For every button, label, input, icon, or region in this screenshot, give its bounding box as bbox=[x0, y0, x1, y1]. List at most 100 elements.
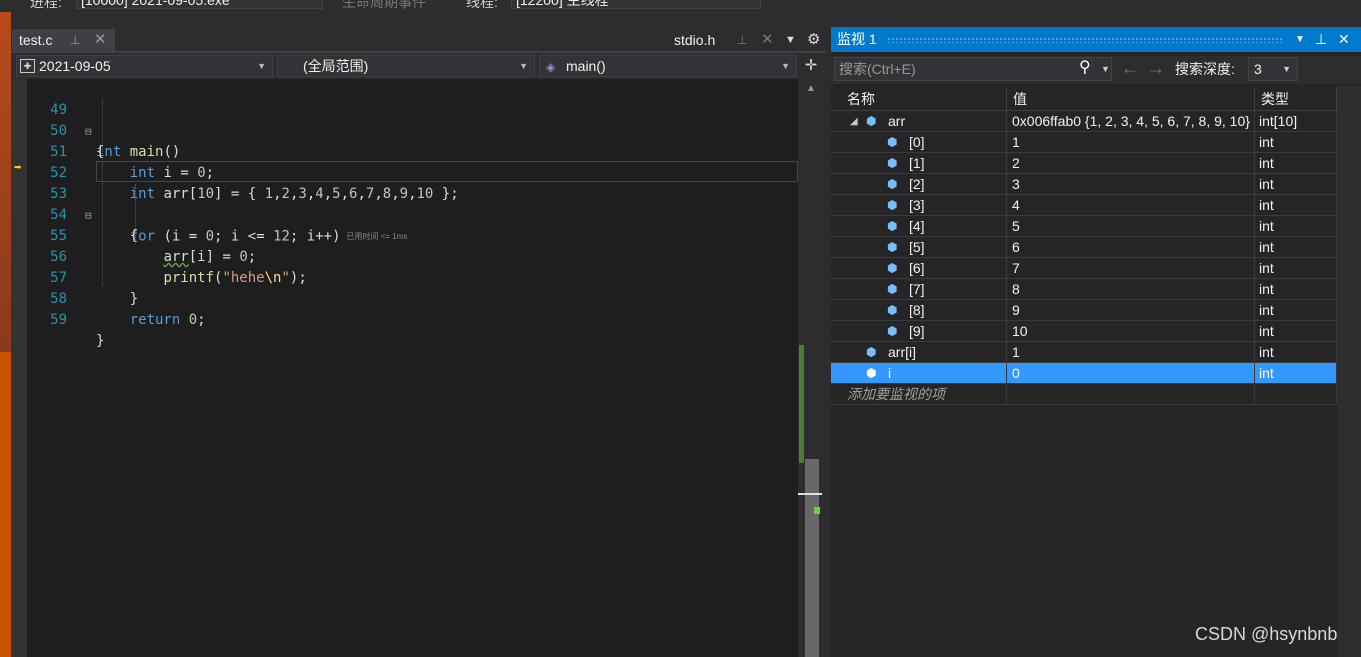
variable-cube-icon: ⬢ bbox=[887, 219, 898, 233]
watch-row[interactable]: ⬢ [0] 1 int bbox=[831, 132, 1337, 153]
watch-value[interactable]: 10 bbox=[1007, 321, 1255, 342]
code-line: 55 arr[i] = 0; bbox=[11, 205, 798, 265]
watch-value[interactable]: 7 bbox=[1007, 258, 1255, 279]
watch-value[interactable]: 1 bbox=[1007, 132, 1255, 153]
title-grip bbox=[887, 37, 1282, 43]
close-icon[interactable]: ✕ bbox=[94, 29, 107, 51]
add-watch-placeholder[interactable]: 添加要监视的项 bbox=[831, 384, 1007, 405]
watch-row[interactable]: ⬢ [4] 5 int bbox=[831, 216, 1337, 237]
code-line: 56 printf("hehe\n"); bbox=[11, 226, 798, 286]
watch-name: [8] bbox=[909, 302, 925, 318]
code-line: 54 { bbox=[11, 184, 798, 244]
watch-type: int bbox=[1255, 132, 1337, 153]
watch-name: [1] bbox=[909, 155, 925, 171]
code-area[interactable]: ➡ 49 ⊟ int main() 50 { 51 int i = 0; 52 … bbox=[11, 79, 798, 657]
watch-value[interactable]: 0x006ffab0 {1, 2, 3, 4, 5, 6, 7, 8, 9, 1… bbox=[1007, 111, 1255, 132]
process-select[interactable]: [10000] 2021-09-05.exe bbox=[76, 0, 323, 9]
watch-name: [5] bbox=[909, 239, 925, 255]
watch-type: int bbox=[1255, 258, 1337, 279]
column-header-name[interactable]: 名称 bbox=[831, 87, 1007, 111]
watch-value[interactable]: 2 bbox=[1007, 153, 1255, 174]
tab-label: test.c bbox=[19, 32, 53, 48]
watch-name: [2] bbox=[909, 176, 925, 192]
watch-row[interactable]: ⬢ [3] 4 int bbox=[831, 195, 1337, 216]
variable-cube-icon: ⬢ bbox=[887, 156, 898, 170]
watch-search-bar: 搜索(Ctrl+E) ⚲ ▼ ← → 搜索深度: 3 ▼ bbox=[831, 56, 1361, 84]
thread-select[interactable]: [12200] 主线程 bbox=[511, 0, 761, 9]
project-dropdown[interactable]: ✚ 2021-09-05 ▼ bbox=[16, 55, 273, 77]
watch-row[interactable]: ⬢ [5] 6 int bbox=[831, 237, 1337, 258]
watch-title: 监视 1 bbox=[837, 31, 877, 47]
chevron-down-icon: ▼ bbox=[257, 61, 266, 71]
tab-stdio-h[interactable]: stdio.h bbox=[674, 29, 715, 51]
gear-icon[interactable]: ⚙ bbox=[807, 29, 820, 51]
column-header-type[interactable]: 类型 bbox=[1255, 87, 1337, 111]
variable-cube-icon: ⬢ bbox=[887, 198, 898, 212]
close-icon[interactable]: ✕ bbox=[1338, 27, 1350, 52]
collapse-triangle-icon[interactable]: ◢ bbox=[850, 111, 858, 132]
watch-name: [9] bbox=[909, 323, 925, 339]
watch-type: int bbox=[1255, 300, 1337, 321]
watch-window: 监视 1 ▼ ⊥ ✕ 搜索(Ctrl+E) ⚲ ▼ ← → 搜索深度: 3 ▼ … bbox=[831, 27, 1361, 657]
scrollbar-thumb[interactable] bbox=[805, 459, 819, 657]
pin-icon[interactable]: ⊥ bbox=[1315, 27, 1327, 52]
editor-tab-strip: test.c ⊥ ✕ stdio.h ⊥ ✕ ▼ ⚙ bbox=[11, 27, 826, 51]
watch-row[interactable]: ⬢ arr[i] 1 int bbox=[831, 342, 1337, 363]
watch-value[interactable]: 9 bbox=[1007, 300, 1255, 321]
watch-type: int bbox=[1255, 363, 1337, 384]
watch-row[interactable]: ◢ ⬢ arr 0x006ffab0 {1, 2, 3, 4, 5, 6, 7,… bbox=[831, 111, 1337, 132]
watch-value[interactable]: 4 bbox=[1007, 195, 1255, 216]
watch-row[interactable]: ⬢ [1] 2 int bbox=[831, 153, 1337, 174]
watch-row[interactable]: ⬢ [8] 9 int bbox=[831, 300, 1337, 321]
chevron-down-icon[interactable]: ▼ bbox=[1101, 58, 1110, 80]
search-icon[interactable]: ⚲ bbox=[1079, 57, 1091, 79]
watch-type: int[10] bbox=[1255, 111, 1337, 132]
search-back-icon[interactable]: ← bbox=[1121, 57, 1139, 79]
watch-row[interactable]: ⬢ [6] 7 int bbox=[831, 258, 1337, 279]
process-label: 进程: bbox=[30, 0, 62, 10]
variable-cube-icon: ⬢ bbox=[887, 303, 898, 317]
change-tracking-marker bbox=[799, 345, 804, 463]
thread-label: 线程: bbox=[466, 0, 498, 10]
watch-grid-header: 名称 值 类型 bbox=[831, 87, 1337, 111]
pin-icon[interactable]: ⊥ bbox=[70, 29, 80, 51]
split-editor-icon[interactable]: ✛ bbox=[799, 55, 823, 77]
editor-vertical-scrollbar[interactable]: ▲ bbox=[798, 79, 826, 657]
watch-row[interactable]: ⬢ [9] 10 int bbox=[831, 321, 1337, 342]
variable-cube-icon: ⬢ bbox=[887, 177, 898, 191]
watch-value[interactable]: 0 bbox=[1007, 363, 1255, 384]
function-dropdown[interactable]: ◈ main() ▼ bbox=[539, 55, 797, 77]
watch-value[interactable]: 1 bbox=[1007, 342, 1255, 363]
close-icon[interactable]: ✕ bbox=[761, 29, 774, 51]
left-panel-edge-shade bbox=[0, 12, 11, 352]
watch-type: int bbox=[1255, 237, 1337, 258]
search-input[interactable]: 搜索(Ctrl+E) ⚲ ▼ bbox=[834, 57, 1112, 81]
tab-test-c[interactable]: test.c ⊥ ✕ bbox=[12, 29, 115, 51]
code-line: 49 ⊟ int main() bbox=[11, 79, 798, 160]
watch-value[interactable]: 8 bbox=[1007, 279, 1255, 300]
watch-value[interactable]: 5 bbox=[1007, 216, 1255, 237]
watch-type: int bbox=[1255, 216, 1337, 237]
watch-title-bar[interactable]: 监视 1 ▼ ⊥ ✕ bbox=[831, 27, 1361, 52]
watch-row[interactable]: ⬢ [7] 8 int bbox=[831, 279, 1337, 300]
search-depth-select[interactable]: 3 ▼ bbox=[1248, 57, 1298, 81]
watch-vertical-scrollbar[interactable] bbox=[1337, 86, 1361, 657]
pin-icon[interactable]: ⊥ bbox=[737, 29, 747, 51]
watch-type: int bbox=[1255, 279, 1337, 300]
watch-row[interactable]: ⬢ [2] 3 int bbox=[831, 174, 1337, 195]
search-forward-icon[interactable]: → bbox=[1147, 57, 1165, 79]
watch-row-selected[interactable]: ⬢ i 0 int bbox=[831, 363, 1337, 384]
watch-value[interactable]: 6 bbox=[1007, 237, 1255, 258]
scope-dropdown[interactable]: (全局范围) ▼ bbox=[277, 55, 535, 77]
search-depth-value: 3 bbox=[1254, 61, 1262, 77]
scroll-up-icon[interactable]: ▲ bbox=[806, 83, 816, 94]
add-watch-row[interactable]: 添加要监视的项 bbox=[831, 384, 1337, 405]
watch-value[interactable]: 3 bbox=[1007, 174, 1255, 195]
window-menu-icon[interactable]: ▼ bbox=[1295, 27, 1305, 52]
column-header-value[interactable]: 值 bbox=[1007, 87, 1255, 111]
variable-cube-icon: ⬢ bbox=[887, 324, 898, 338]
tab-list-dropdown-icon[interactable]: ▼ bbox=[785, 29, 796, 51]
code-line: 52 int arr[10] = { 1,2,3,4,5,6,7,8,9,10 … bbox=[11, 142, 798, 202]
chevron-down-icon: ▼ bbox=[781, 61, 790, 71]
lifecycle-events-button[interactable]: 生命周期事件 bbox=[342, 0, 426, 12]
